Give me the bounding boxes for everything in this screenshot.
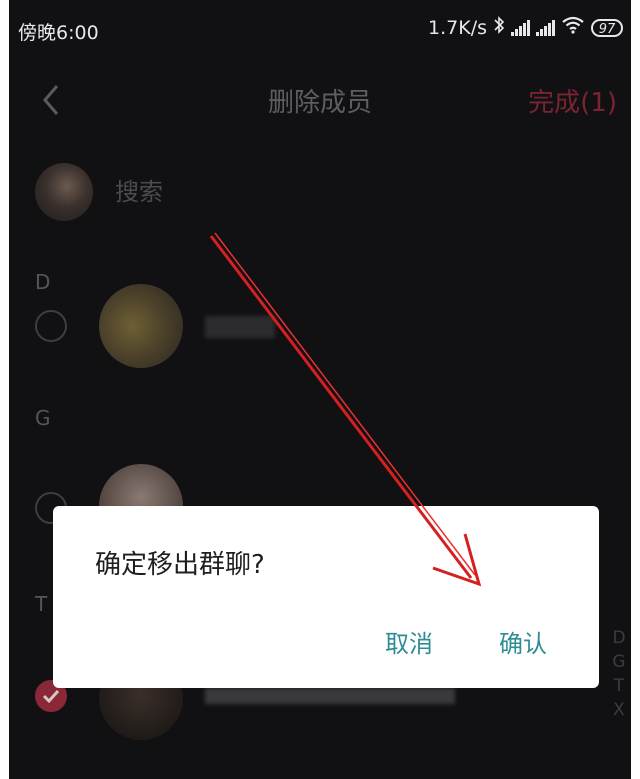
member-avatar-1 — [99, 284, 183, 368]
signal-icon-2 — [536, 19, 555, 36]
member-name-3 — [205, 688, 455, 704]
search-avatar — [35, 163, 93, 221]
confirm-dialog: 确定移出群聊? 取消 确认 — [53, 506, 599, 688]
index-letter-d[interactable]: D — [609, 626, 629, 650]
app-screen: 傍晚6:00 1.7K/s 97 删除成员 完成(1) D G T — [9, 0, 631, 779]
section-header-t: T — [35, 592, 48, 616]
alphabet-index[interactable]: D G T X — [609, 626, 629, 722]
nav-bar: 删除成员 完成(1) — [9, 70, 631, 130]
status-time: 傍晚6:00 — [18, 22, 99, 44]
member-name-1 — [205, 316, 275, 338]
confirm-button[interactable]: 确认 — [499, 624, 547, 659]
section-header-d: D — [35, 270, 51, 294]
wifi-icon — [561, 16, 585, 39]
index-letter-t[interactable]: T — [609, 674, 629, 698]
index-letter-g[interactable]: G — [609, 650, 629, 674]
search-bar — [35, 162, 315, 222]
done-button[interactable]: 完成(1) — [528, 82, 617, 119]
cancel-button[interactable]: 取消 — [385, 624, 433, 659]
status-bar: 傍晚6:00 1.7K/s 97 — [9, 0, 631, 64]
section-header-g: G — [35, 406, 51, 430]
battery-icon: 97 — [591, 18, 623, 37]
status-indicators: 1.7K/s 97 — [428, 16, 623, 39]
index-letter-x[interactable]: X — [609, 698, 629, 722]
bluetooth-icon — [493, 16, 505, 39]
dialog-message: 确定移出群聊? — [95, 550, 265, 580]
member-checkbox-1[interactable] — [35, 310, 67, 342]
network-speed: 1.7K/s — [428, 16, 487, 39]
search-input[interactable] — [115, 178, 315, 206]
signal-icon — [511, 19, 530, 36]
